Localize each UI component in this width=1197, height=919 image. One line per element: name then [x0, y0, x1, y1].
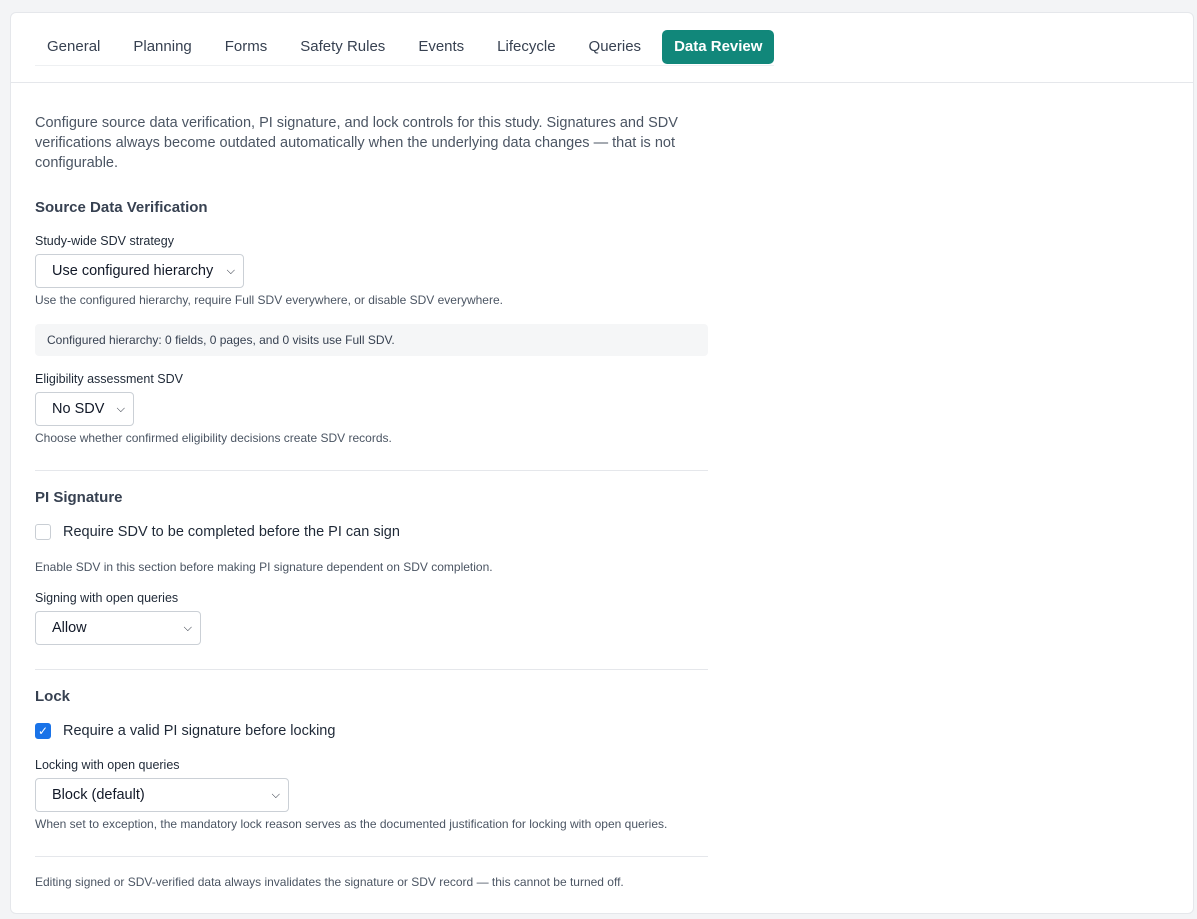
locking-open-queries-label: Locking with open queries	[35, 758, 180, 772]
require-signature-checkbox[interactable]: ✓	[35, 723, 51, 739]
tab-safety-rules[interactable]: Safety Rules	[288, 30, 397, 64]
require-sdv-row: Require SDV to be completed before the P…	[35, 524, 400, 540]
tab-events[interactable]: Events	[406, 30, 476, 64]
chevron-down-icon: ⌵	[183, 621, 192, 634]
require-sdv-checkbox[interactable]	[35, 524, 51, 540]
hierarchy-info: Configured hierarchy: 0 fields, 0 pages,…	[35, 324, 708, 356]
eligibility-sdv-select[interactable]: No SDV ⌵	[35, 392, 134, 426]
locking-open-queries-help: When set to exception, the mandatory loc…	[35, 817, 668, 831]
eligibility-sdv-label: Eligibility assessment SDV	[35, 372, 183, 386]
tab-forms[interactable]: Forms	[213, 30, 280, 64]
tab-lifecycle[interactable]: Lifecycle	[485, 30, 567, 64]
tab-planning[interactable]: Planning	[121, 30, 203, 64]
signing-open-queries-label: Signing with open queries	[35, 591, 179, 605]
section-divider	[35, 856, 708, 857]
sdv-strategy-help: Use the configured hierarchy, require Fu…	[35, 293, 503, 307]
footer-note: Editing signed or SDV-verified data alwa…	[35, 875, 624, 889]
chevron-down-icon: ⌵	[226, 264, 235, 277]
lock-heading: Lock	[35, 688, 71, 705]
checkmark-icon: ✓	[37, 724, 49, 738]
signing-open-queries-select[interactable]: Allow ⌵	[35, 611, 201, 645]
locking-open-queries-value: Block (default)	[52, 787, 145, 803]
require-sdv-label: Require SDV to be completed before the P…	[63, 524, 400, 540]
eligibility-sdv-value: No SDV	[52, 401, 105, 417]
tabs-bar: General Planning Forms Safety Rules Even…	[11, 13, 1193, 83]
tab-list: General Planning Forms Safety Rules Even…	[35, 28, 775, 66]
tab-data-review[interactable]: Data Review	[662, 29, 775, 64]
section-divider	[35, 669, 708, 670]
require-sdv-help: Enable SDV in this section before making…	[35, 560, 493, 574]
sdv-strategy-value: Use configured hierarchy	[52, 263, 214, 279]
eligibility-sdv-help: Choose whether confirmed eligibility dec…	[35, 431, 392, 445]
settings-card: General Planning Forms Safety Rules Even…	[10, 12, 1194, 914]
chevron-down-icon: ⌵	[116, 402, 125, 415]
tab-queries[interactable]: Queries	[577, 30, 654, 64]
signing-open-queries-value: Allow	[52, 620, 87, 636]
sdv-heading: Source Data Verification	[35, 199, 208, 216]
intro-text: Configure source data verification, PI s…	[35, 115, 678, 171]
require-signature-label: Require a valid PI signature before lock…	[63, 723, 336, 739]
sdv-strategy-label: Study-wide SDV strategy	[35, 234, 174, 248]
require-signature-row: ✓ Require a valid PI signature before lo…	[35, 723, 335, 739]
tab-general[interactable]: General	[35, 30, 112, 64]
locking-open-queries-select[interactable]: Block (default) ⌵	[35, 778, 289, 812]
pi-signature-heading: PI Signature	[35, 489, 123, 506]
section-divider	[35, 470, 708, 471]
chevron-down-icon: ⌵	[271, 788, 280, 801]
sdv-strategy-select[interactable]: Use configured hierarchy ⌵	[35, 254, 244, 288]
